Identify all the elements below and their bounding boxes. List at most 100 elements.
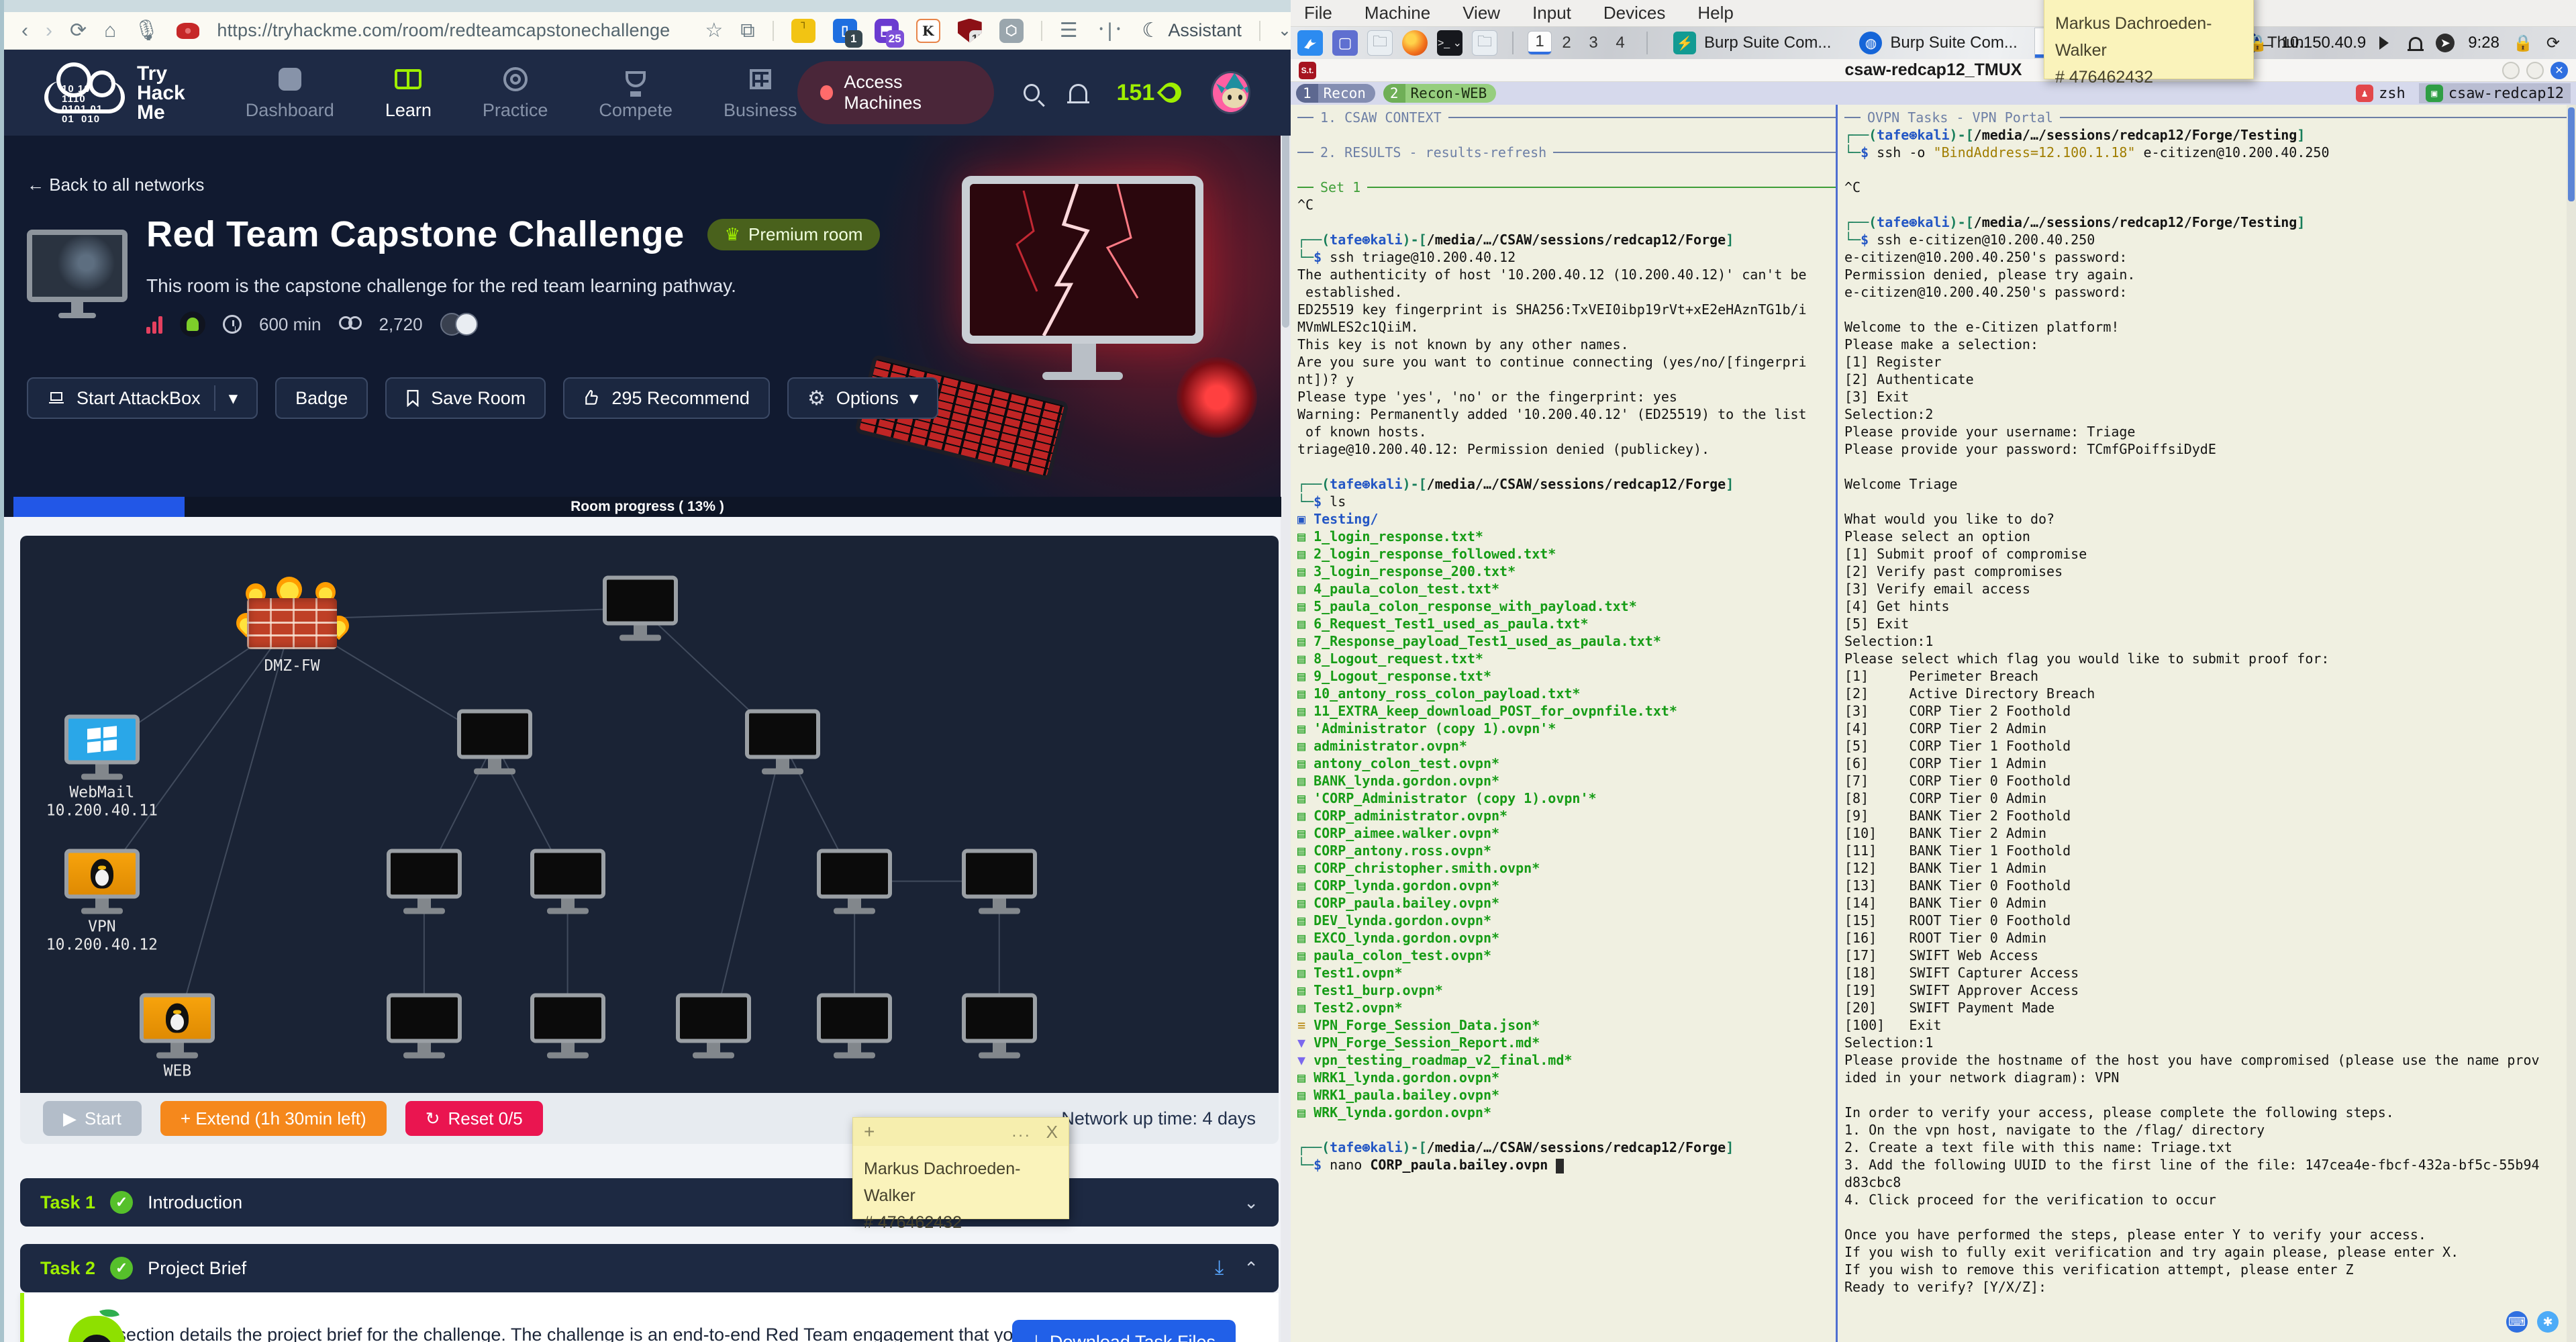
- network-node-m8[interactable]: [387, 994, 462, 1059]
- sticky-close-icon[interactable]: X: [1046, 1122, 1058, 1143]
- show-desktop-icon[interactable]: ▢: [1332, 30, 1358, 56]
- sticky-note-bottom[interactable]: + ... X Markus Dachroeden-Walker # 47646…: [852, 1117, 1069, 1219]
- search-icon[interactable]: [1024, 84, 1040, 101]
- task-2-header[interactable]: Task 2 ✓ Project Brief ⤓ ⌃: [20, 1244, 1279, 1292]
- nav-item-dashboard[interactable]: Dashboard: [246, 65, 334, 121]
- network-node-dmz-fw[interactable]: DMZ-FW: [242, 586, 342, 653]
- network-reset-button[interactable]: ↻ Reset 0/5: [405, 1101, 543, 1136]
- url-bar[interactable]: https://tryhackme.com/room/redteamcapsto…: [217, 20, 670, 41]
- microphone-icon[interactable]: 🎙: [134, 21, 159, 41]
- network-node-webmail[interactable]: WebMail 10.200.40.11: [64, 715, 140, 780]
- task-1-header[interactable]: Task 1 ✓ Introduction ⌄: [20, 1178, 1279, 1227]
- keyboard-layout-icon[interactable]: ⌨: [2506, 1311, 2528, 1333]
- nav-item-business[interactable]: Business: [724, 65, 797, 121]
- workspace-2[interactable]: 2: [1555, 32, 1578, 54]
- terminal-pane-right[interactable]: OVPN Tasks - VPN Portal┌──(tafe⊛kali)-[/…: [1838, 105, 2576, 1342]
- reader-menu-icon[interactable]: ☰: [1060, 21, 1078, 41]
- user-avatar[interactable]: [1211, 71, 1250, 114]
- nav-item-practice[interactable]: Practice: [483, 65, 548, 121]
- network-node-vpn[interactable]: VPN 10.200.40.12: [64, 849, 140, 914]
- network-node-m7[interactable]: [962, 849, 1037, 914]
- download-task-files-button[interactable]: ⤓ Download Task Files: [1012, 1320, 1236, 1342]
- access-machines-button[interactable]: Access Machines: [797, 61, 995, 124]
- network-diagram[interactable]: DMZ-FW WebMail 10.200.40.11 VPN 10.200.40.…: [20, 536, 1279, 1093]
- extension-wallet-icon[interactable]: ⬒25: [875, 19, 899, 43]
- options-button[interactable]: ⚙ Options ▾: [787, 377, 939, 419]
- network-node-m10[interactable]: [676, 994, 751, 1059]
- taskbar-window-burp-suite-com-[interactable]: ⚡Burp Suite Com...: [1663, 28, 1842, 58]
- forward-icon[interactable]: ›: [46, 21, 52, 41]
- taskbar-window-burp-suite-com-[interactable]: ◍Burp Suite Com...: [1848, 28, 2028, 58]
- notifications-icon[interactable]: [2409, 37, 2422, 49]
- terminal-scrollbar[interactable]: [2567, 105, 2576, 1342]
- sticky-add-icon[interactable]: +: [864, 1121, 875, 1143]
- network-extend-button[interactable]: + Extend (1h 30min left): [160, 1101, 387, 1136]
- network-start-button[interactable]: ▶ Start: [43, 1101, 142, 1136]
- extension-k-icon[interactable]: K: [916, 19, 940, 43]
- network-node-m5[interactable]: [530, 849, 605, 914]
- terminal-pane-left[interactable]: 1. CSAW CONTEXT 2. RESULTS - results-ref…: [1291, 105, 1836, 1342]
- extension-password-icon[interactable]: [791, 19, 815, 43]
- tray-clock[interactable]: 9:28: [2468, 34, 2499, 52]
- folder-shortcut-icon[interactable]: 🗀: [1472, 30, 1497, 56]
- chevron-up-icon[interactable]: ⌃: [1244, 1258, 1258, 1279]
- volume-icon[interactable]: [2379, 36, 2395, 50]
- options-dropdown-icon[interactable]: ▾: [909, 388, 919, 409]
- copy-link-icon[interactable]: ⧉: [740, 21, 754, 41]
- workspace-4[interactable]: 4: [1609, 32, 1632, 54]
- network-node-m2[interactable]: [457, 710, 532, 775]
- firefox-icon[interactable]: [1402, 30, 1428, 56]
- save-room-button[interactable]: Save Room: [385, 377, 546, 419]
- workspace-1[interactable]: 1: [1528, 32, 1551, 54]
- network-node-m6[interactable]: [817, 849, 892, 914]
- vb-menu-input[interactable]: Input: [1532, 3, 1571, 23]
- chevron-down-icon[interactable]: ⌄: [1244, 1192, 1258, 1213]
- kali-menu-icon[interactable]: [1297, 30, 1323, 56]
- reload-icon[interactable]: ⟳: [70, 21, 87, 41]
- file-manager-icon[interactable]: 🗀: [1367, 30, 1393, 56]
- badge-button[interactable]: Badge: [275, 377, 368, 419]
- session-icon[interactable]: ⟳: [2546, 34, 2560, 53]
- recommend-button[interactable]: 295 Recommend: [563, 377, 770, 419]
- updates-icon[interactable]: ➤: [2436, 34, 2455, 52]
- browser-scrollbar[interactable]: [1281, 99, 1291, 1342]
- home-icon[interactable]: ⌂: [104, 21, 116, 41]
- network-node-m11[interactable]: [817, 994, 892, 1059]
- notifications-bell-icon[interactable]: [1069, 84, 1087, 101]
- network-node-m4[interactable]: [387, 849, 462, 914]
- extensions-puzzle-icon[interactable]: ⬡: [999, 19, 1024, 43]
- attackbox-dropdown-icon[interactable]: ▾: [229, 388, 238, 409]
- nav-item-learn[interactable]: Learn: [385, 65, 432, 121]
- network-node-m12[interactable]: [962, 994, 1037, 1059]
- start-attackbox-button[interactable]: Start AttackBox ▾: [27, 377, 258, 419]
- screen-lock-icon[interactable]: 🔒: [2513, 34, 2533, 53]
- chevron-down-icon[interactable]: ⌄: [1278, 21, 1291, 40]
- terminal-launcher-icon[interactable]: >_ ⌄: [1437, 30, 1463, 56]
- vb-menu-devices[interactable]: Devices: [1603, 3, 1665, 23]
- vb-menu-machine[interactable]: Machine: [1365, 3, 1430, 23]
- tmux-tab-recon[interactable]: 1Recon: [1296, 84, 1375, 103]
- bookmark-star-icon[interactable]: ☆: [705, 21, 723, 41]
- network-node-web[interactable]: WEB: [140, 994, 215, 1059]
- nav-item-compete[interactable]: Compete: [599, 65, 673, 121]
- terminal-titlebar[interactable]: S.t. csaw-redcap12_TMUX ✕: [1291, 59, 2576, 82]
- network-node-m9[interactable]: [530, 994, 605, 1059]
- download-files-icon[interactable]: ⤓: [1215, 1257, 1224, 1280]
- sticky-note-top[interactable]: Markus Dachroeden-Walker # 476462432: [2044, 0, 2254, 79]
- extension-proxy-icon[interactable]: ▯1: [833, 19, 857, 43]
- sticky-menu-icon[interactable]: ...: [1012, 1122, 1032, 1141]
- network-node-m3[interactable]: [745, 710, 820, 775]
- vb-menu-help[interactable]: Help: [1697, 3, 1733, 23]
- minimize-button[interactable]: [2502, 62, 2520, 79]
- back-icon[interactable]: ‹: [21, 21, 28, 41]
- input-method-icon[interactable]: ✱: [2537, 1311, 2559, 1333]
- vb-menu-file[interactable]: File: [1304, 3, 1332, 23]
- workspace-3[interactable]: 3: [1582, 32, 1605, 54]
- maximize-button[interactable]: [2526, 62, 2544, 79]
- back-to-networks-link[interactable]: ← Back to all networks: [27, 175, 204, 195]
- wave-reader-icon[interactable]: ᛫|᛫: [1095, 21, 1125, 41]
- assistant-button[interactable]: ☾ Assistant: [1142, 19, 1241, 42]
- vb-menu-view[interactable]: View: [1463, 3, 1500, 23]
- thm-logo[interactable]: 10 10 1110 0101 01 01 010 TryHackMe: [44, 64, 185, 122]
- tmux-tab-recon-web[interactable]: 2Recon-WEB: [1383, 84, 1496, 103]
